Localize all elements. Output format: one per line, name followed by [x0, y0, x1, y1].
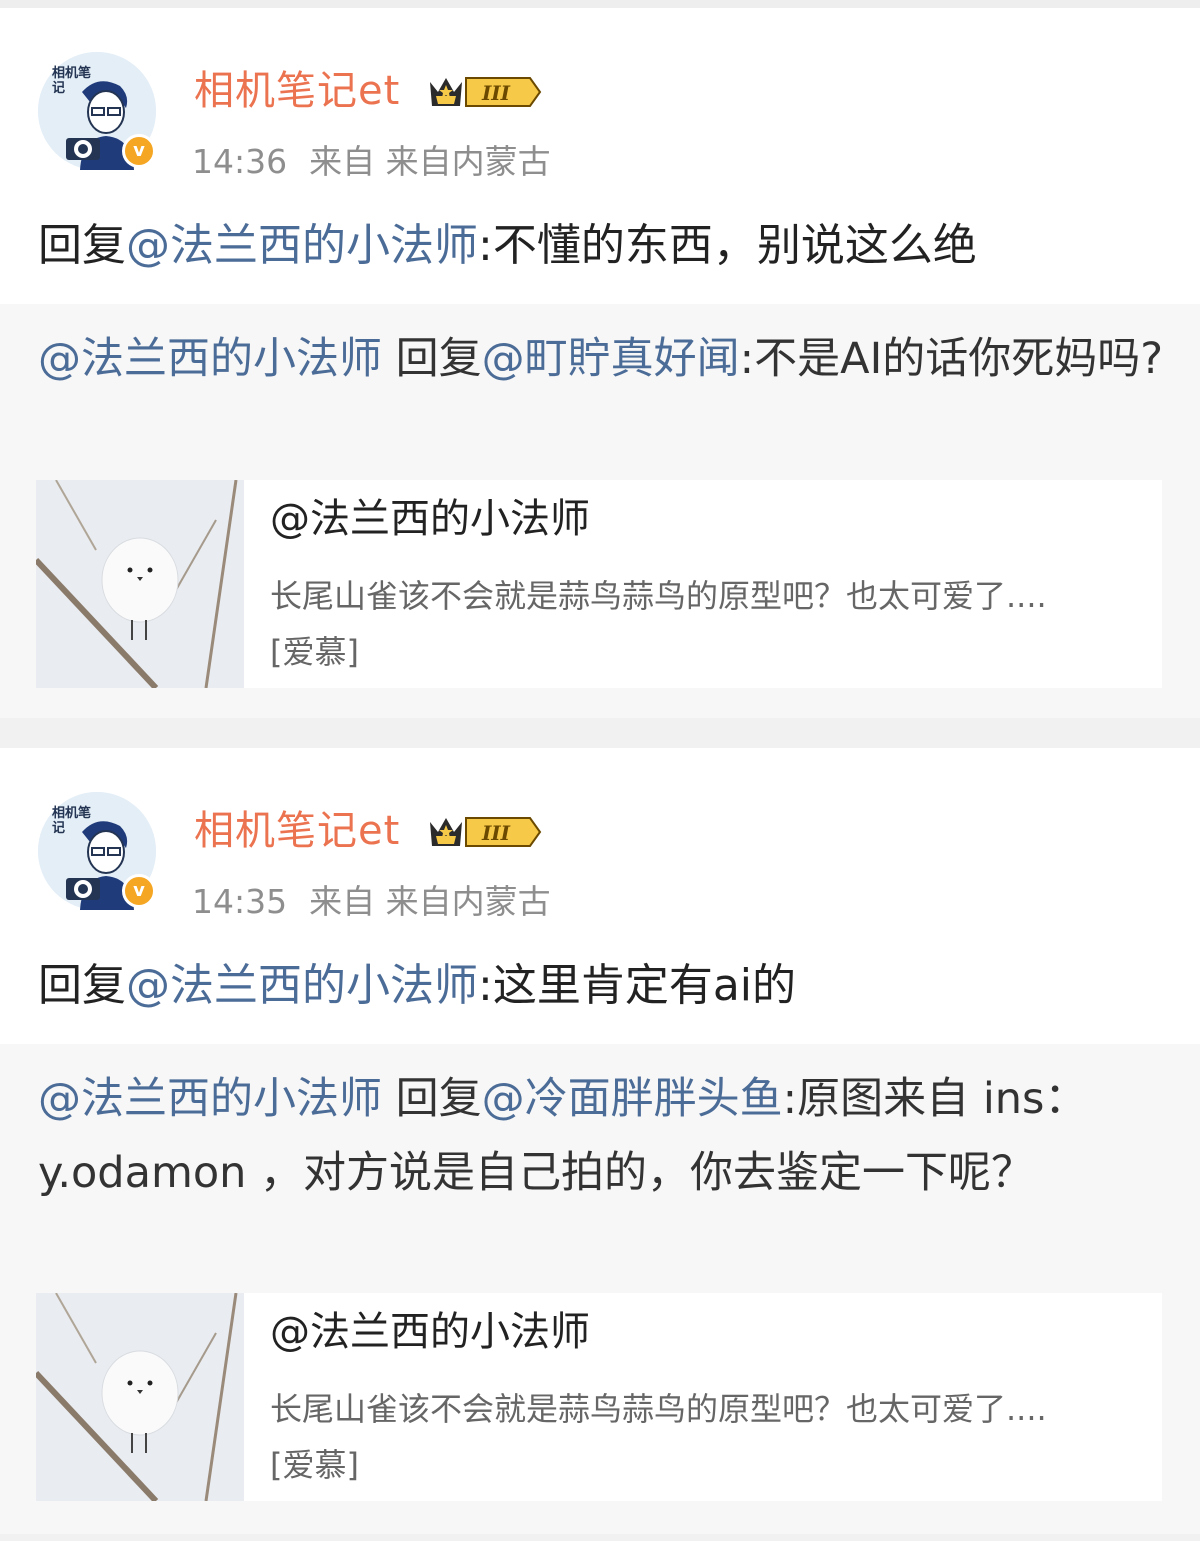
avatar-label: 相机笔记 [52, 806, 92, 836]
post-source: 来自 来自内蒙古 [309, 142, 551, 181]
reply-body: :这里肯定有ai的 [478, 960, 797, 1011]
top-divider [0, 0, 1200, 8]
linked-post-author: @法兰西的小法师 [270, 1309, 590, 1355]
linked-post-emoji: [爱慕] [270, 633, 359, 671]
crown-level-badge-icon[interactable]: III [426, 812, 544, 852]
comment-header: 相机笔记 v 相机笔记et III 14:35 来自 来自内蒙古 [38, 790, 1158, 922]
mention-link[interactable]: @法兰西的小法师 [126, 960, 478, 1011]
bird-photo-thumbnail [36, 480, 244, 688]
comment-text: 回复@法兰西的小法师:不懂的东西，别说这么绝 [38, 218, 977, 274]
reply-body: :不懂的东西，别说这么绝 [478, 220, 977, 271]
comment-text: 回复@法兰西的小法师:这里肯定有ai的 [38, 958, 796, 1014]
linked-post-text: 长尾山雀该不会就是蒜鸟蒜鸟的原型吧？也太可爱了.... [270, 1390, 1047, 1428]
quote-reply-word: 回复 [382, 1074, 482, 1124]
post-source: 来自 来自内蒙古 [309, 882, 551, 921]
comment-header: 相机笔记 v 相机笔记et III 14:36 来自 来自内蒙古 [38, 50, 1158, 182]
linked-post-excerpt: 长尾山雀该不会就是蒜鸟蒜鸟的原型吧？也太可爱了.... [爱慕] [270, 568, 1150, 680]
quote-body: :不是AI的话你死妈吗? [739, 334, 1164, 384]
bird-photo-thumbnail [36, 1293, 244, 1501]
mention-link[interactable]: @法兰西的小法师 [126, 220, 478, 271]
username[interactable]: 相机笔记et [194, 806, 400, 856]
quote-author-mention[interactable]: @法兰西的小法师 [38, 334, 382, 384]
linked-post-card[interactable]: @法兰西的小法师 长尾山雀该不会就是蒜鸟蒜鸟的原型吧？也太可爱了.... [爱慕… [36, 480, 1162, 688]
crown-level-badge-icon[interactable]: III [426, 72, 544, 112]
reply-prefix: 回复 [38, 960, 126, 1011]
verified-v-icon: v [122, 134, 156, 168]
bird-image [36, 1293, 244, 1501]
quoted-comment-text: @法兰西的小法师 回复@冷面胖胖头鱼:原图来自 ins：y.odamon ，对方… [38, 1062, 1168, 1210]
timestamp: 14:35 [192, 882, 288, 921]
badge-level-text: III [481, 81, 511, 105]
comment-card: 相机笔记 v 相机笔记et III 14:35 来自 来自内蒙古 回复@法兰西的小… [0, 748, 1200, 1534]
linked-post-author: @法兰西的小法师 [270, 496, 590, 542]
badge-level-text: III [481, 821, 511, 845]
quoted-comment[interactable]: @法兰西的小法师 回复@冷面胖胖头鱼:原图来自 ins：y.odamon ，对方… [0, 1044, 1200, 1534]
reply-prefix: 回复 [38, 220, 126, 271]
linked-post-text: 长尾山雀该不会就是蒜鸟蒜鸟的原型吧？也太可爱了.... [270, 577, 1047, 615]
comment-card: 相机笔记 v 相机笔记et III 14:36 来自 来自内蒙古 回复@法兰西的小… [0, 8, 1200, 718]
verified-v-icon: v [122, 874, 156, 908]
quote-author-mention[interactable]: @法兰西的小法师 [38, 1074, 382, 1124]
quote-target-mention[interactable]: @冷面胖胖头鱼 [482, 1074, 783, 1124]
quote-target-mention[interactable]: @町貯真好闻 [482, 334, 740, 384]
quoted-comment-text: @法兰西的小法师 回复@町貯真好闻:不是AI的话你死妈吗? [38, 322, 1168, 396]
timestamp: 14:36 [192, 142, 288, 181]
bird-image [36, 480, 244, 688]
avatar[interactable]: 相机笔记 v [38, 52, 156, 170]
post-meta: 14:35 来自 来自内蒙古 [192, 882, 551, 922]
linked-post-card[interactable]: @法兰西的小法师 长尾山雀该不会就是蒜鸟蒜鸟的原型吧？也太可爱了.... [爱慕… [36, 1293, 1162, 1501]
username[interactable]: 相机笔记et [194, 66, 400, 116]
weibo-comment-feed: 相机笔记 v 相机笔记et III 14:36 来自 来自内蒙古 回复@法兰西的小… [0, 0, 1200, 1541]
post-meta: 14:36 来自 来自内蒙古 [192, 142, 551, 182]
linked-post-excerpt: 长尾山雀该不会就是蒜鸟蒜鸟的原型吧？也太可爱了.... [爱慕] [270, 1381, 1150, 1493]
linked-post-emoji: [爱慕] [270, 1446, 359, 1484]
avatar-label: 相机笔记 [52, 66, 92, 96]
avatar[interactable]: 相机笔记 v [38, 792, 156, 910]
quote-reply-word: 回复 [382, 334, 482, 384]
quoted-comment[interactable]: @法兰西的小法师 回复@町貯真好闻:不是AI的话你死妈吗? @法兰西的小法师 长… [0, 304, 1200, 718]
